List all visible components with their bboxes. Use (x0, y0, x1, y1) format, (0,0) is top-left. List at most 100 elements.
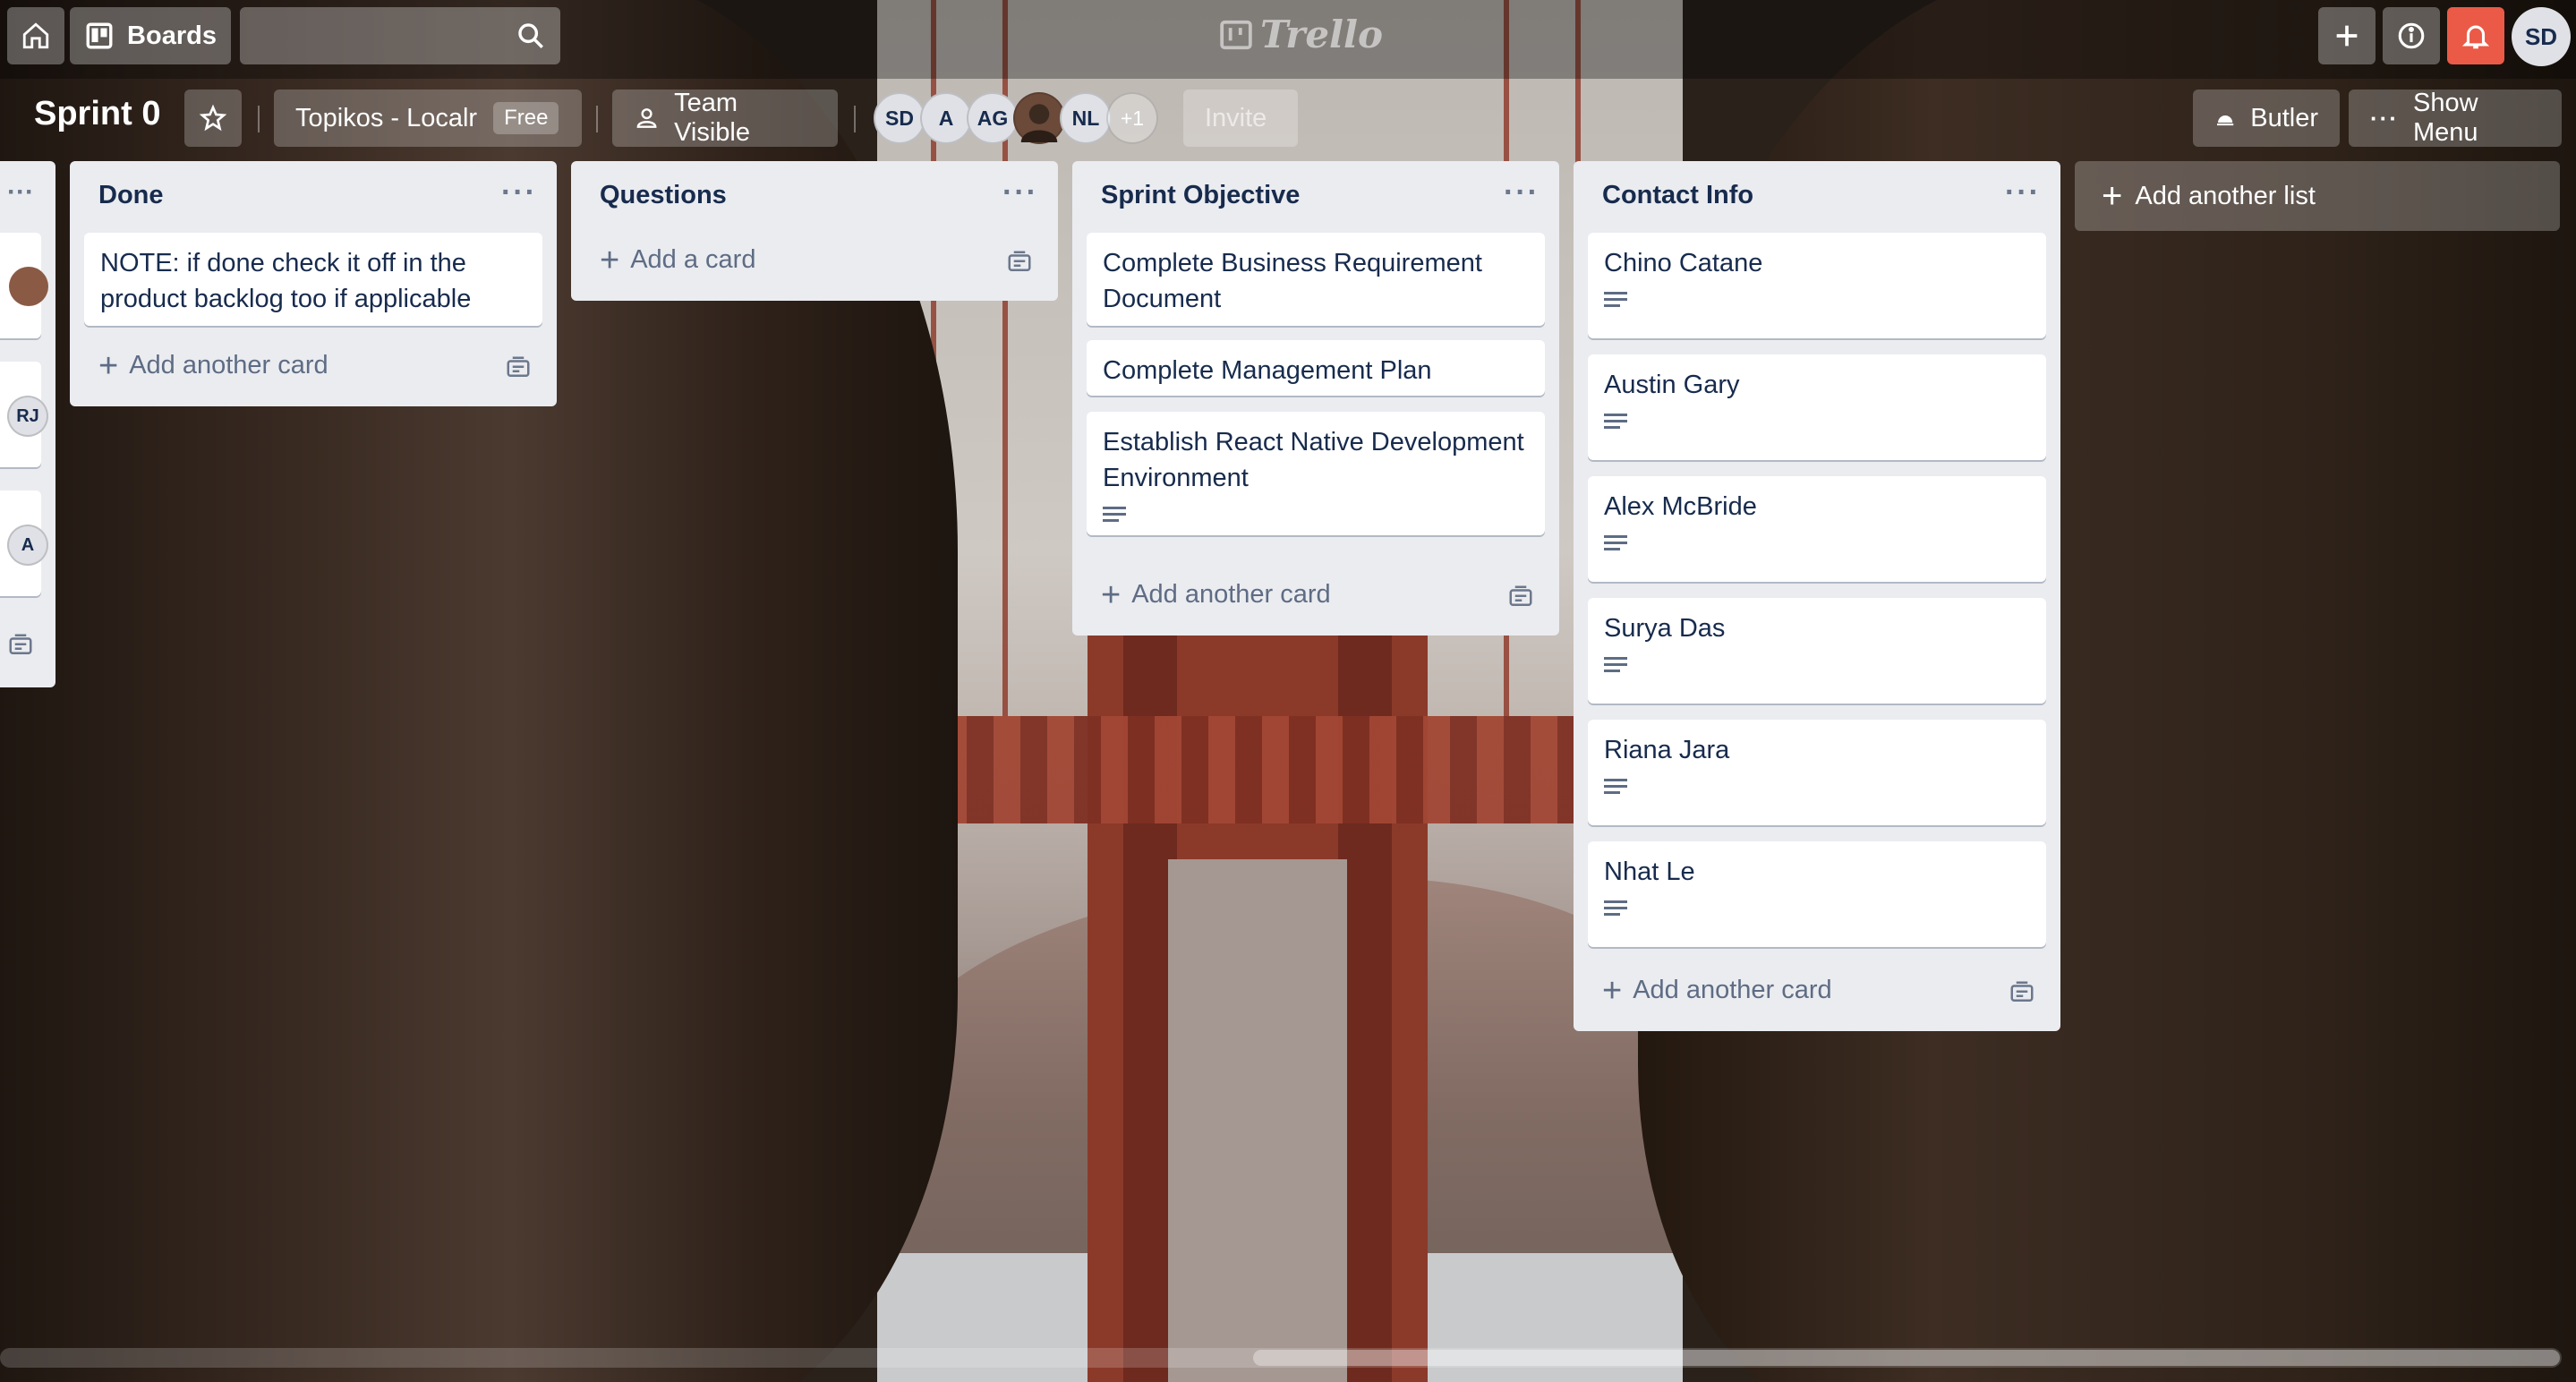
team-button[interactable]: Topikos - Localr Free (274, 90, 582, 147)
top-header: Boards Trello SD (0, 0, 2576, 79)
list-questions: Questions ··· + Add a card (571, 161, 1058, 301)
card-title: Nhat Le (1604, 857, 1695, 886)
card[interactable]: Alex McBride (1588, 476, 2046, 582)
card[interactable]: Riana Jara (1588, 720, 2046, 825)
member-avatar[interactable]: NL (1060, 92, 1112, 144)
member-avatar: RJ (7, 396, 48, 437)
add-card-label: Add another card (1633, 976, 1832, 1004)
member-avatar-photo[interactable] (1013, 92, 1065, 144)
add-card-button[interactable]: + Add another card (1101, 576, 1331, 614)
card[interactable]: Complete Business Requirement Document (1087, 233, 1545, 326)
list-menu-icon[interactable]: ··· (1504, 175, 1540, 210)
card[interactable]: Establish React Native Development Envir… (1087, 412, 1545, 535)
board-scrollbar-thumb[interactable] (1253, 1350, 2560, 1366)
notifications-button[interactable] (2447, 7, 2504, 64)
list-done: Done ··· NOTE: if done check it off in t… (70, 161, 557, 406)
description-icon (1604, 900, 1627, 916)
trello-logo-icon (1220, 20, 1252, 49)
description-icon (1103, 507, 1126, 522)
show-menu-button[interactable]: ··· Show Menu (2349, 89, 2562, 147)
info-button[interactable] (2383, 7, 2440, 64)
home-icon (22, 22, 49, 49)
search-icon (518, 23, 543, 48)
add-card-button[interactable]: + Add another card (1602, 971, 1832, 1010)
boards-button[interactable]: Boards (70, 7, 231, 64)
description-icon (1604, 657, 1627, 672)
card[interactable]: Nhat Le (1588, 841, 2046, 947)
card[interactable]: Surya Das (1588, 598, 2046, 704)
user-avatar[interactable]: SD (2512, 7, 2571, 66)
card[interactable]: A (0, 491, 48, 596)
partial-list: ··· RJ A (0, 161, 55, 687)
plus-icon: + (2102, 176, 2123, 216)
card-template-icon[interactable] (1507, 584, 1534, 610)
list-contact-info: Contact Info ··· Chino Catane Austin Gar… (1574, 161, 2060, 1031)
free-badge: Free (493, 102, 559, 134)
add-card-button[interactable]: + Add another card (98, 349, 328, 383)
card-title: Surya Das (1604, 614, 1726, 643)
team-name: Topikos - Localr (295, 103, 478, 132)
visibility-button[interactable]: Team Visible (612, 89, 838, 147)
card-title: Alex McBride (1604, 492, 1757, 521)
butler-button[interactable]: Butler (2193, 90, 2340, 147)
star-icon (199, 104, 227, 132)
list-title[interactable]: Contact Info (1602, 181, 1753, 210)
star-button[interactable] (184, 90, 242, 147)
list-menu-icon[interactable]: ··· (501, 175, 537, 210)
logo-text: Trello (1260, 13, 1383, 56)
card-title: NOTE: if done check it off in the produc… (100, 249, 472, 313)
visibility-label: Team Visible (674, 89, 750, 147)
member-avatar: A (7, 525, 48, 566)
card[interactable]: Austin Gary (1588, 354, 2046, 460)
plus-icon (2336, 25, 2358, 47)
card-template-icon[interactable] (7, 632, 34, 659)
card[interactable]: RJ (0, 362, 48, 467)
info-icon (2398, 22, 2425, 49)
card[interactable]: Chino Catane (1588, 233, 2046, 338)
member-avatar[interactable]: SD (874, 92, 925, 144)
plus-icon: + (600, 241, 620, 279)
header-divider (854, 106, 856, 132)
description-icon (1604, 414, 1627, 429)
list-title[interactable]: Questions (600, 181, 727, 210)
butler-label: Butler (2250, 103, 2318, 132)
card-title: Riana Jara (1604, 736, 1730, 764)
card-template-icon[interactable] (1006, 249, 1033, 276)
card-title: Chino Catane (1604, 249, 1763, 277)
add-card-label: Add another card (1131, 580, 1331, 609)
add-list-button[interactable]: + Add another list (2075, 161, 2560, 231)
more-members-badge[interactable]: +1 (1106, 92, 1158, 144)
list-title[interactable]: Sprint Objective (1101, 181, 1300, 210)
create-button[interactable] (2318, 7, 2376, 64)
invite-button[interactable]: Invite (1183, 90, 1298, 147)
list-sprint-objective: Sprint Objective ··· Complete Business R… (1072, 161, 1559, 636)
list-menu-icon[interactable]: ··· (2005, 175, 2041, 210)
member-avatar[interactable]: AG (967, 92, 1019, 144)
card[interactable]: NOTE: if done check it off in the produc… (84, 233, 542, 326)
add-card-label: Add another card (129, 351, 328, 380)
add-list-label: Add another list (2135, 181, 2316, 210)
member-avatar[interactable]: A (920, 92, 972, 144)
header-divider (258, 106, 260, 132)
search-input[interactable] (240, 7, 560, 64)
add-card-button[interactable]: + Add a card (600, 241, 756, 279)
butler-icon (2217, 115, 2234, 126)
plus-icon: + (1602, 971, 1623, 1010)
list-menu-icon[interactable]: ··· (7, 177, 34, 208)
board-title[interactable]: Sprint 0 (34, 95, 160, 133)
member-avatar-photo (9, 267, 48, 306)
plus-icon: + (1101, 576, 1122, 614)
add-card-label: Add a card (630, 245, 756, 274)
card[interactable]: Complete Management Plan (1087, 340, 1545, 396)
list-menu-icon[interactable]: ··· (1002, 175, 1038, 210)
description-icon (1604, 535, 1627, 550)
board-icon (86, 22, 113, 49)
header-divider (596, 106, 598, 132)
home-button[interactable] (7, 7, 64, 64)
show-menu-label: Show Menu (2412, 89, 2478, 147)
card-template-icon[interactable] (2009, 979, 2035, 1006)
card-template-icon[interactable] (505, 354, 532, 381)
card[interactable] (0, 233, 48, 338)
trello-logo[interactable]: Trello (1219, 13, 1383, 56)
list-title[interactable]: Done (98, 181, 164, 210)
